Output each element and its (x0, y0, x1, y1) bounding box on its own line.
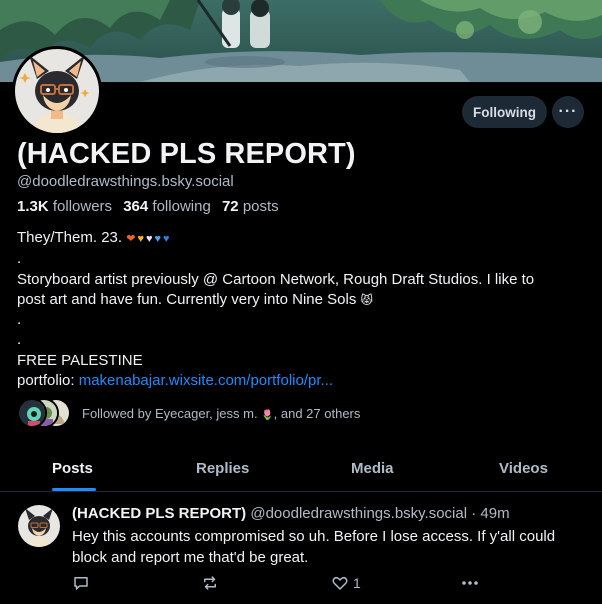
bio-dot: . (17, 250, 22, 268)
bio-dot: . (17, 331, 22, 349)
bio-line-portfolio: portfolio: makenabajar.wixsite.com/portf… (17, 371, 587, 391)
following-button[interactable]: Following (462, 96, 547, 128)
post-text-line: block and report me that'd be great. (72, 549, 309, 566)
heart-icon: ♥ (145, 233, 153, 245)
post-actions: 1 (0, 573, 602, 593)
like-button[interactable]: 1 (331, 573, 361, 593)
ellipsis-icon: ··· (558, 103, 578, 120)
followed-by-row[interactable]: Followed by Eyecager, jess m. 🌷, and 27 … (17, 398, 360, 428)
cat-emoji-icon: 😾 (360, 292, 374, 307)
profile-bio: They/Them. 23. ❤ ♥ ♥ ♥ ♥ . Storyboard artist… (17, 228, 587, 391)
posts-label: posts (242, 198, 279, 215)
tulip-emoji-icon: 🌷 (261, 409, 274, 421)
followers-label: followers (52, 198, 113, 215)
posts-stat: 72 posts (222, 198, 279, 215)
feed-post[interactable]: (HACKED PLS REPORT) @doodledrawsthings.b… (0, 493, 602, 604)
tab-videos[interactable]: Videos (499, 452, 548, 492)
profile-avatar[interactable] (12, 46, 102, 136)
post-more-button[interactable] (460, 573, 480, 593)
bio-nine-sols-text: post art and have fun. Currently very in… (17, 290, 357, 308)
bio-dot: . (17, 311, 22, 329)
like-count: 1 (353, 575, 361, 591)
posts-count: 72 (221, 198, 239, 215)
post-text-line: Hey this accounts compromised so uh. Bef… (72, 528, 556, 545)
tab-media[interactable]: Media (351, 452, 394, 492)
followed-by-text: Followed by Eyecager, jess m. 🌷, and 27 … (82, 406, 360, 421)
followed-by-names: Followed by Eyecager, jess m. (82, 405, 258, 421)
reply-button[interactable] (72, 573, 90, 593)
tab-posts[interactable]: Posts (52, 452, 93, 492)
ellipsis-icon (462, 581, 478, 585)
heart-icon: ♥ (137, 233, 144, 245)
followers-count: 1.3K (17, 198, 49, 215)
bio-line-pronouns: They/Them. 23. ❤ ♥ ♥ ♥ ♥ (17, 228, 587, 249)
portfolio-link[interactable]: makenabajar.wixsite.com/portfolio/pr... (79, 372, 333, 389)
profile-stats: 1.3K followers 364 following 72 posts (17, 198, 279, 215)
following-stat[interactable]: 364 following (123, 198, 211, 215)
followed-by-others: , and 27 others (273, 405, 361, 421)
heart-outline-icon (332, 576, 348, 590)
mutual-avatars (17, 398, 73, 428)
active-tab-indicator (52, 488, 96, 491)
followers-stat[interactable]: 1.3K followers (17, 198, 112, 215)
avatar-illustration (15, 49, 99, 133)
tab-replies[interactable]: Replies (196, 452, 249, 492)
display-name: (HACKED PLS REPORT) (17, 138, 356, 170)
post-header: (HACKED PLS REPORT) @doodledrawsthings.b… (72, 505, 510, 522)
post-separator: · (471, 505, 477, 522)
following-label: following (152, 198, 211, 215)
portfolio-label: portfolio: (17, 372, 75, 390)
bio-line-palestine: FREE PALESTINE (17, 351, 143, 369)
hearts-emoji-row: ❤ ♥ ♥ ♥ ♥ (126, 229, 171, 246)
post-timestamp[interactable]: 49m (480, 505, 509, 522)
profile-tabs: Posts Replies Media Videos (0, 452, 602, 492)
more-options-button[interactable]: ··· (552, 96, 584, 128)
profile-handle: @doodledrawsthings.bsky.social (17, 173, 234, 190)
repost-arrows-icon (204, 576, 216, 590)
heart-icon: ❤ (126, 233, 136, 245)
following-count: 364 (123, 198, 149, 215)
bio-line-nine-sols: post art and have fun. Currently very in… (17, 290, 587, 310)
heart-icon: ♥ (154, 233, 162, 245)
post-author-name[interactable]: (HACKED PLS REPORT) (72, 505, 246, 522)
bio-line-storyboard: Storyboard artist previously @ Cartoon N… (17, 270, 535, 288)
heart-icon: ♥ (163, 233, 170, 245)
bio-pronouns-text: They/Them. 23. (17, 229, 123, 246)
post-author-handle[interactable]: @doodledrawsthings.bsky.social (250, 505, 467, 522)
speech-bubble-icon (74, 577, 88, 590)
post-author-avatar[interactable] (18, 505, 60, 547)
repost-button[interactable] (201, 573, 219, 593)
post-body: Hey this accounts compromised so uh. Bef… (72, 526, 592, 568)
mutual-avatar (17, 398, 47, 428)
